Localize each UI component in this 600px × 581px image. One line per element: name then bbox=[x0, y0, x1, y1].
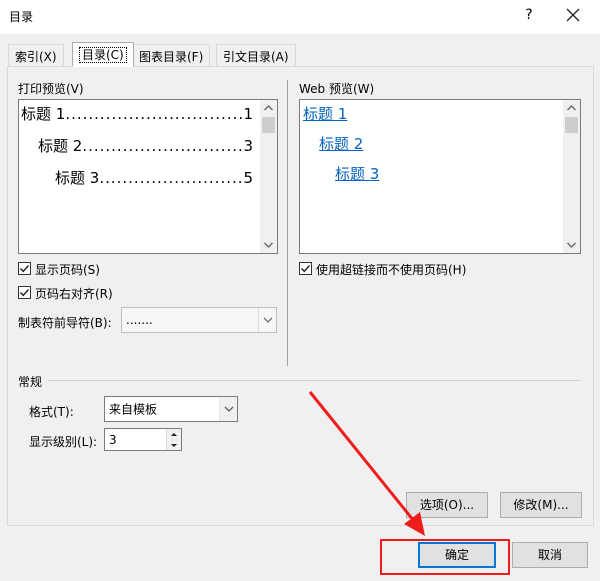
toc-entry: 标题 1 ...................................… bbox=[21, 105, 253, 123]
toc-entry: 标题 2 ...................................… bbox=[38, 137, 253, 155]
use-hyperlinks-checkbox[interactable] bbox=[299, 262, 312, 275]
show-page-numbers-label[interactable]: 显示页码(S) bbox=[35, 261, 100, 278]
scroll-thumb[interactable] bbox=[262, 117, 275, 133]
vertical-divider bbox=[287, 80, 288, 366]
cancel-button[interactable]: 取消 bbox=[512, 542, 588, 568]
checkmark-icon bbox=[20, 289, 30, 297]
tab-index[interactable]: 索引(X) bbox=[8, 44, 64, 66]
toc-entry: 标题 3 ...................................… bbox=[55, 169, 253, 187]
format-label: 格式(T): bbox=[29, 405, 74, 419]
toc-entry-page: 5 bbox=[243, 169, 253, 187]
levels-label: 显示级别(L): bbox=[29, 435, 98, 449]
toc-entry-title: 标题 1 bbox=[21, 105, 66, 123]
chevron-down-icon[interactable] bbox=[219, 397, 237, 421]
web-link[interactable]: 标题 1 bbox=[303, 103, 347, 124]
print-preview-scrollbar[interactable] bbox=[260, 100, 277, 253]
general-heading: 常规 bbox=[18, 375, 43, 389]
annotation-arrow-icon bbox=[308, 391, 425, 536]
checkmark-icon bbox=[20, 265, 30, 273]
toc-entry-title: 标题 3 bbox=[55, 169, 100, 187]
tab-toc[interactable]: 目录(C) bbox=[72, 42, 134, 67]
show-page-numbers-checkbox[interactable] bbox=[18, 262, 31, 275]
scroll-up-icon[interactable] bbox=[260, 100, 277, 117]
spin-down-icon[interactable] bbox=[166, 439, 181, 450]
scroll-thumb[interactable] bbox=[565, 117, 578, 133]
right-align-checkbox[interactable] bbox=[18, 286, 31, 299]
right-align-label[interactable]: 页码右对齐(R) bbox=[35, 285, 113, 302]
web-preview-label: Web 预览(W) bbox=[299, 82, 375, 96]
web-link[interactable]: 标题 3 bbox=[335, 163, 379, 184]
tab-index-label: 索引(X) bbox=[15, 50, 57, 64]
dialog-title: 目录 bbox=[9, 10, 34, 24]
web-link[interactable]: 标题 2 bbox=[319, 133, 363, 154]
tab-citations-label: 引文目录(A) bbox=[223, 50, 289, 64]
use-hyperlinks-label[interactable]: 使用超链接而不使用页码(H) bbox=[316, 261, 466, 278]
modify-button[interactable]: 修改(M)... bbox=[500, 492, 582, 518]
tab-leader-value: ....... bbox=[126, 313, 153, 327]
tab-figures-label: 图表目录(F) bbox=[139, 50, 204, 64]
annotation-highlight-box bbox=[380, 539, 510, 575]
help-button[interactable]: ? bbox=[522, 7, 536, 23]
levels-spinner[interactable]: 3 bbox=[104, 428, 182, 451]
chevron-down-icon[interactable] bbox=[258, 308, 276, 332]
web-preview-box[interactable]: 标题 1 标题 2 标题 3 bbox=[299, 99, 581, 254]
levels-value: 3 bbox=[109, 432, 117, 447]
scroll-down-icon[interactable] bbox=[563, 236, 580, 253]
scroll-up-icon[interactable] bbox=[563, 100, 580, 117]
toc-entry-page: 1 bbox=[243, 105, 253, 123]
tab-leader-label: 制表符前导符(B): bbox=[18, 316, 112, 330]
format-select[interactable]: 来自模板 bbox=[104, 396, 238, 422]
toc-entry-title: 标题 2 bbox=[38, 137, 83, 155]
title-bar: 目录 ? bbox=[0, 0, 600, 34]
web-preview-scrollbar[interactable] bbox=[563, 100, 580, 253]
close-icon[interactable] bbox=[562, 4, 584, 26]
print-preview-label: 打印预览(V) bbox=[18, 82, 84, 96]
tab-toc-label: 目录(C) bbox=[79, 47, 127, 63]
spin-up-icon[interactable] bbox=[166, 429, 181, 440]
tab-figures[interactable]: 图表目录(F) bbox=[132, 44, 211, 66]
general-divider bbox=[48, 380, 581, 381]
tab-leader-select[interactable]: ....... bbox=[121, 307, 277, 333]
scroll-down-icon[interactable] bbox=[260, 236, 277, 253]
print-preview-box[interactable]: 标题 1 ...................................… bbox=[18, 99, 278, 254]
toc-entry-page: 3 bbox=[243, 137, 253, 155]
tab-citations[interactable]: 引文目录(A) bbox=[216, 44, 296, 66]
format-value: 来自模板 bbox=[109, 402, 158, 417]
checkmark-icon bbox=[301, 265, 311, 273]
